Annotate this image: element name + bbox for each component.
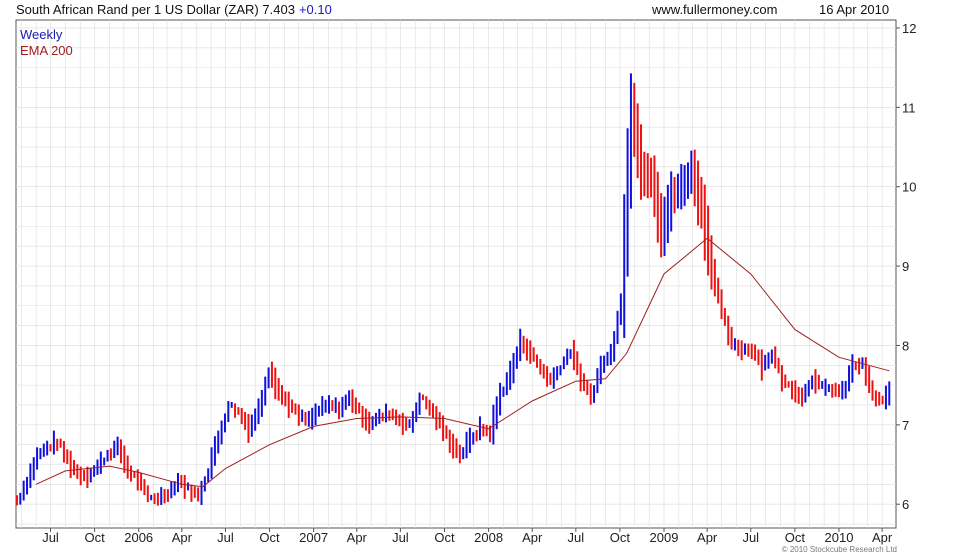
legend-ema: EMA 200: [20, 43, 73, 58]
x-tick-label: Apr: [872, 530, 893, 545]
x-tick-label: 2009: [650, 530, 679, 545]
y-tick-label: 7: [902, 418, 909, 433]
x-tick-label: Jul: [42, 530, 59, 545]
legend: Weekly EMA 200: [20, 27, 73, 59]
x-tick-label: 2008: [474, 530, 503, 545]
x-tick-label: Oct: [610, 530, 631, 545]
x-tick-label: Jul: [217, 530, 234, 545]
x-axis: Jul Oct 2006 Apr Jul Oct 2007 Apr Jul Oct 2008 Apr J…: [42, 528, 893, 545]
y-tick-label: 11: [902, 100, 916, 115]
x-tick-label: Apr: [522, 530, 543, 545]
x-tick-label: 2010: [825, 530, 854, 545]
x-tick-label: Apr: [347, 530, 368, 545]
legend-weekly: Weekly: [20, 27, 63, 42]
y-tick-label: 8: [902, 338, 909, 353]
x-tick-label: Apr: [697, 530, 718, 545]
x-tick-label: Jul: [742, 530, 759, 545]
x-tick-label: 2007: [299, 530, 328, 545]
y-tick-label: 10: [902, 180, 916, 195]
x-tick-label: Jul: [568, 530, 585, 545]
x-tick-label: Apr: [172, 530, 193, 545]
x-tick-label: Oct: [84, 530, 105, 545]
y-tick-label: 6: [902, 497, 909, 512]
x-tick-label: Oct: [434, 530, 455, 545]
y-tick-label: 12: [902, 21, 916, 36]
x-tick-label: Jul: [392, 530, 409, 545]
x-tick-label: Oct: [785, 530, 806, 545]
copyright-credit: © 2010 Stockcube Research Ltd: [781, 545, 897, 554]
fx-chart: 6789101112 Jul Oct 2006 Apr Jul Oct 2007 Apr Jul…: [15, 19, 916, 545]
x-tick-label: Oct: [259, 530, 280, 545]
y-tick-label: 9: [902, 259, 909, 274]
y-axis: 6 7 8 9 10 11 12: [896, 21, 916, 512]
x-tick-label: 2006: [124, 530, 153, 545]
